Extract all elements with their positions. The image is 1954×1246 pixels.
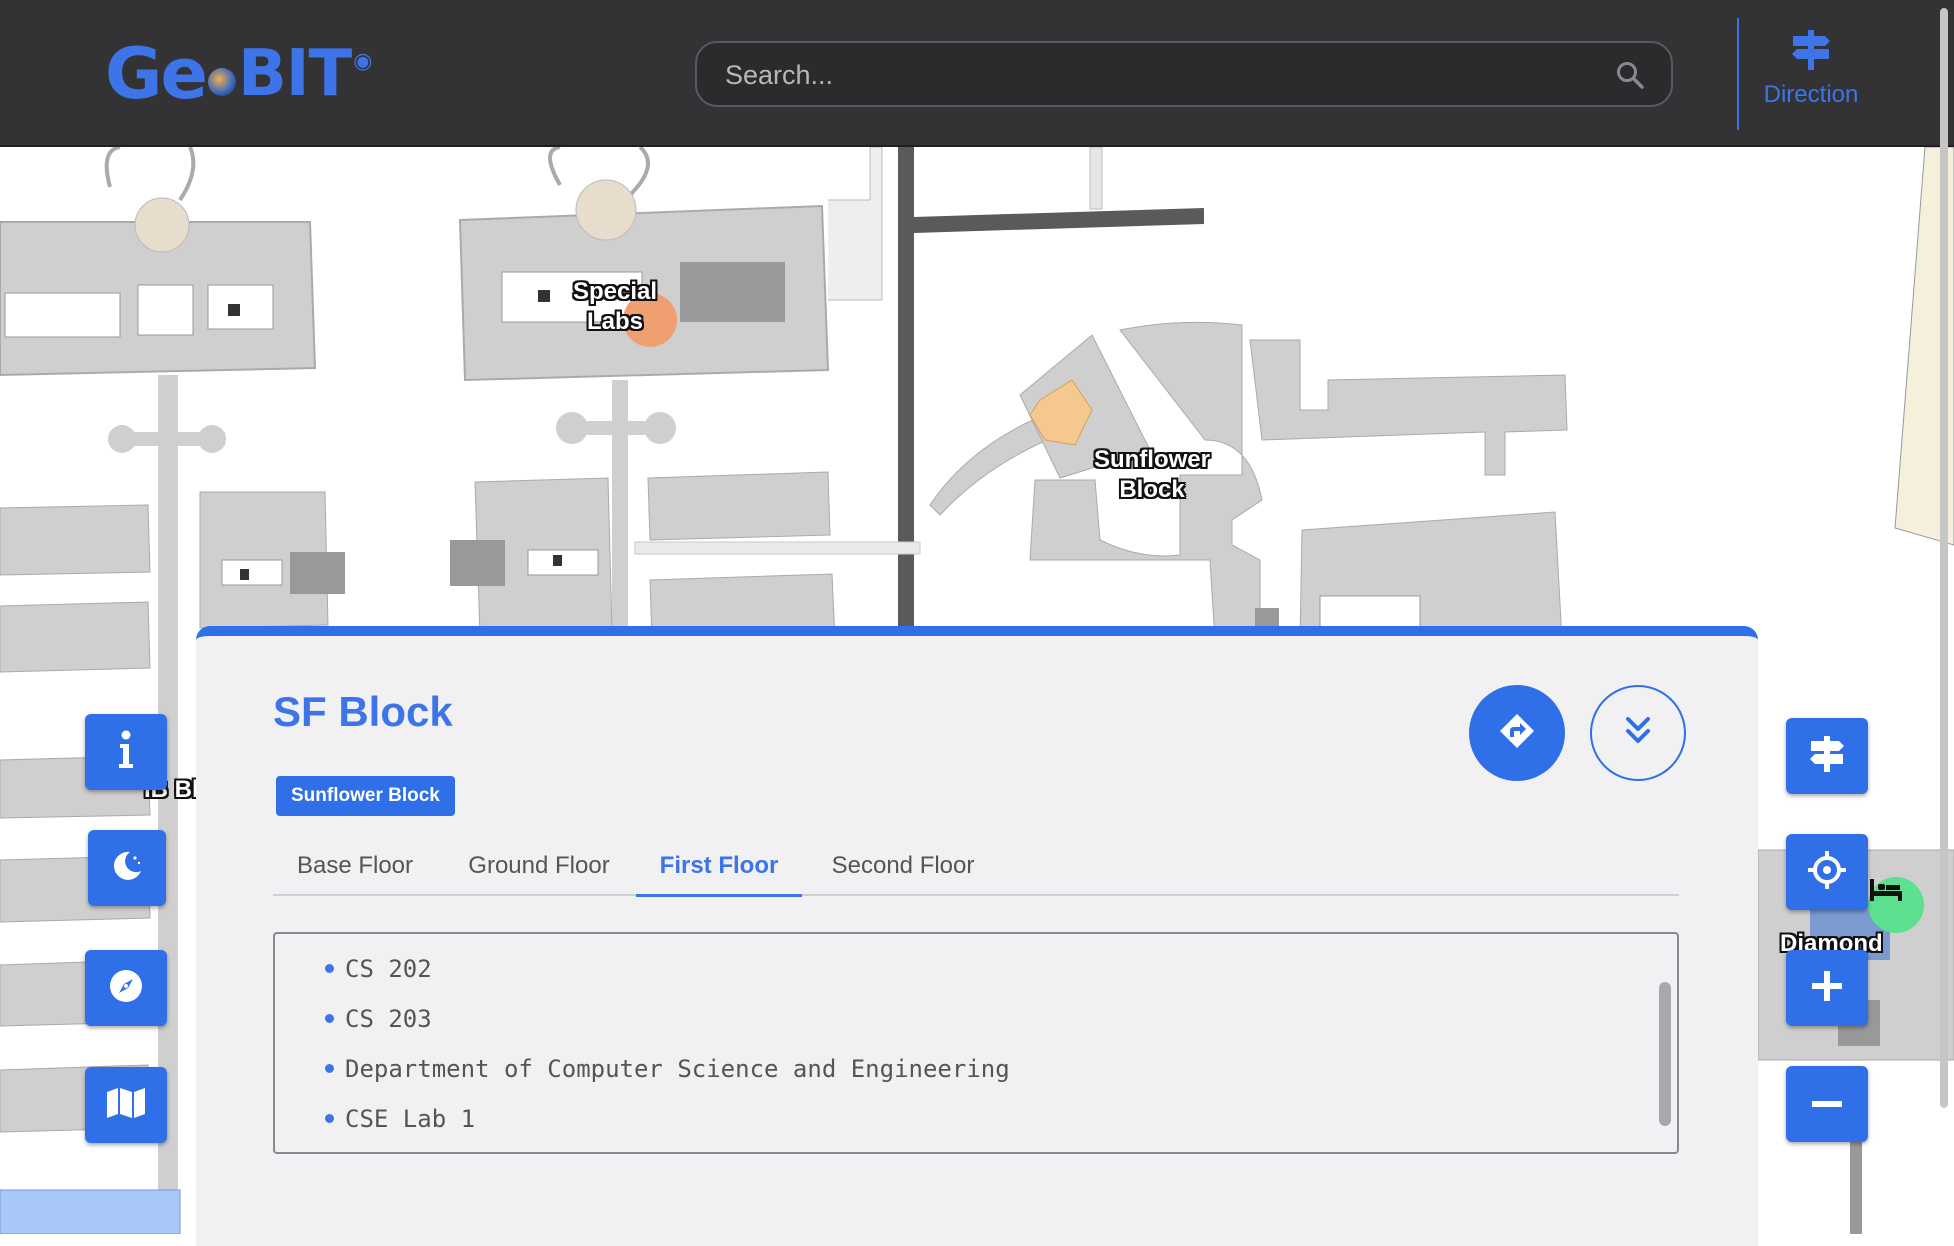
signpost-icon — [1789, 30, 1833, 76]
floor-tabs: Base Floor Ground Floor First Floor Seco… — [273, 846, 1679, 897]
compass-icon — [108, 968, 144, 1009]
walkway-node — [108, 425, 136, 453]
building-info-panel: SF Block Sunflower Block Base Floor Grou… — [196, 626, 1758, 1246]
search-input[interactable] — [723, 53, 1607, 97]
walkway-node — [644, 412, 676, 444]
building-courtyard — [4, 292, 121, 338]
get-directions-button[interactable] — [1469, 685, 1565, 781]
map-icon — [105, 1086, 147, 1125]
building-courtyard — [207, 284, 274, 330]
map-label-sunflower-block-text: Sunflower Block — [1093, 446, 1210, 503]
walkway-node — [198, 425, 226, 453]
building-courtyard — [221, 559, 283, 586]
top-header: Ge BIT ◉ Direction — [0, 0, 1954, 147]
walkway-node — [556, 412, 588, 444]
building-marker — [240, 569, 249, 580]
building — [1249, 339, 1568, 476]
walkway — [612, 380, 628, 640]
building-marker — [553, 555, 562, 566]
room-list[interactable]: CS 202 CS 203 Department of Computer Sci… — [273, 932, 1679, 1154]
zoom-in-button[interactable] — [1786, 950, 1868, 1026]
turn-right-icon — [1499, 713, 1535, 754]
path — [634, 541, 921, 555]
building-marker — [1255, 608, 1279, 626]
logo-text-bit: BIT — [237, 37, 352, 111]
logo-text-geo: Ge — [105, 33, 208, 115]
info-button[interactable] — [85, 714, 167, 790]
arch-path — [104, 147, 196, 202]
tab-first-floor[interactable]: First Floor — [636, 846, 802, 897]
map-layers-button[interactable] — [85, 1067, 167, 1143]
building — [647, 471, 831, 541]
building-title: SF Block — [273, 688, 453, 735]
direction-button[interactable]: Direction — [1748, 28, 1874, 120]
direction-label: Direction — [1763, 81, 1859, 108]
building — [0, 601, 151, 673]
info-icon — [116, 730, 136, 775]
directions-button[interactable] — [1786, 718, 1868, 794]
list-item: CSE Lab 1 — [325, 1102, 1677, 1152]
header-divider — [1737, 18, 1739, 130]
plus-icon — [1810, 969, 1844, 1008]
globe-icon — [207, 68, 236, 96]
dark-mode-button[interactable] — [88, 830, 166, 906]
minus-icon — [1810, 1095, 1844, 1113]
building-marker — [538, 290, 550, 302]
building-annex — [680, 262, 785, 322]
gate-marker — [575, 179, 637, 241]
page-scrollbar[interactable] — [1940, 8, 1948, 1108]
building-marker — [228, 304, 240, 316]
road — [898, 147, 914, 637]
tab-second-floor[interactable]: Second Floor — [813, 846, 993, 894]
zoom-out-button[interactable] — [1786, 1066, 1868, 1142]
tab-base-floor[interactable]: Base Floor — [273, 846, 437, 894]
block-badge: Sunflower Block — [276, 776, 455, 816]
location-pin-icon: ◉ — [353, 49, 373, 74]
tab-ground-floor[interactable]: Ground Floor — [449, 846, 629, 894]
signpost-icon — [1807, 734, 1847, 779]
building-courtyard — [527, 549, 599, 576]
path — [828, 147, 883, 301]
list-item: CS 203 — [325, 1002, 1677, 1052]
hostel-marker[interactable] — [1868, 877, 1924, 933]
map-label-special-labs-text: Special Labs — [572, 278, 658, 335]
crosshair-icon — [1807, 850, 1847, 895]
collapse-panel-button[interactable] — [1590, 685, 1686, 781]
road — [914, 208, 1204, 233]
locate-me-button[interactable] — [1786, 834, 1868, 910]
map-label-special-labs: Special Labs — [560, 277, 670, 337]
path — [1089, 147, 1103, 210]
compass-button[interactable] — [85, 950, 167, 1026]
building-highlight — [0, 1189, 181, 1234]
building-courtyard — [137, 284, 194, 336]
geobits-logo[interactable]: Ge BIT ◉ — [105, 38, 372, 110]
search-bar — [695, 41, 1673, 107]
map-label-sunflower-block: Sunflower Block — [1080, 445, 1224, 505]
building — [0, 504, 151, 576]
chevron-double-down-icon — [1624, 715, 1652, 752]
list-item: CS 202 — [325, 952, 1677, 1002]
building-annex — [450, 540, 505, 586]
search-icon[interactable] — [1615, 60, 1645, 95]
list-scrollbar[interactable] — [1659, 982, 1671, 1126]
list-item: Department of Computer Science and Engin… — [325, 1052, 1677, 1102]
building-annex — [290, 552, 345, 594]
moon-icon — [110, 849, 144, 888]
gate-marker — [134, 197, 190, 253]
